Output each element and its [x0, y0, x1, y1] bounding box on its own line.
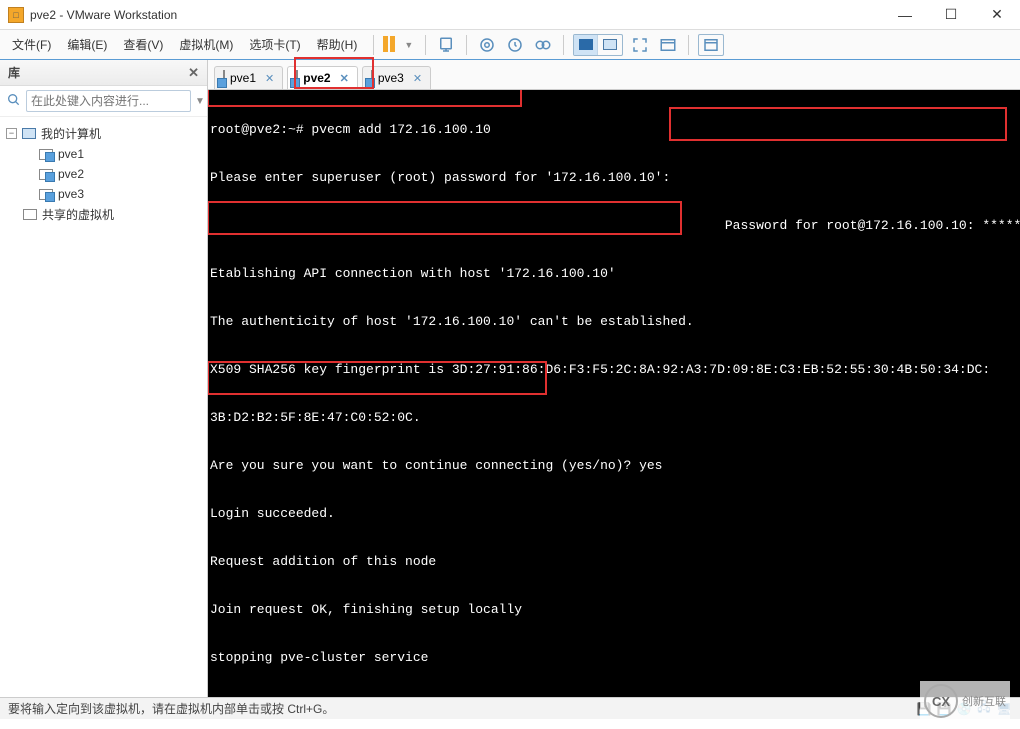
menu-view[interactable]: 查看(V) — [117, 32, 169, 57]
terminal-line: Password for root@172.16.100.10: ******* — [208, 218, 1020, 234]
tab-label: pve1 — [230, 71, 256, 85]
vm-icon — [296, 71, 298, 85]
tab-label: pve3 — [378, 71, 404, 85]
tab-pve1[interactable]: pve1 ✕ — [214, 66, 283, 89]
tab-close-icon[interactable]: ✕ — [413, 72, 422, 85]
revert-snapshot-icon[interactable] — [504, 34, 526, 56]
menubar: 文件(F) 编辑(E) 查看(V) 虚拟机(M) 选项卡(T) 帮助(H) ▼ — [0, 30, 1020, 60]
menu-help[interactable]: 帮助(H) — [311, 32, 364, 57]
vm-icon — [38, 186, 54, 202]
vm-icon — [38, 146, 54, 162]
watermark-text: 创新互联 — [962, 693, 1006, 709]
library-icon[interactable] — [698, 34, 724, 56]
tree-item-pve3[interactable]: pve3 — [4, 184, 203, 204]
terminal-line: Please enter superuser (root) password f… — [208, 170, 1020, 186]
computer-icon — [21, 126, 37, 142]
toolbar-separator — [466, 35, 467, 55]
search-input[interactable] — [26, 90, 191, 112]
annotation-box — [208, 90, 522, 107]
tab-pve3[interactable]: pve3 ✕ — [362, 66, 431, 89]
vm-icon — [371, 71, 373, 85]
menu-tabs[interactable]: 选项卡(T) — [243, 32, 306, 57]
tree-root-label: 我的计算机 — [41, 125, 101, 142]
tree-root-my-computer[interactable]: − 我的计算机 — [4, 123, 203, 144]
shared-icon — [22, 207, 38, 223]
menu-file[interactable]: 文件(F) — [6, 32, 57, 57]
terminal-line: Login succeeded. — [208, 506, 1020, 522]
terminal-line: Request addition of this node — [208, 554, 1020, 570]
close-button[interactable]: ✕ — [974, 0, 1020, 30]
tab-close-icon[interactable]: ✕ — [340, 72, 349, 85]
view-console-button[interactable] — [574, 35, 598, 55]
fullscreen-icon[interactable] — [629, 34, 651, 56]
tree-item-label: pve1 — [58, 147, 84, 161]
sidebar-header: 库 ✕ — [0, 60, 207, 86]
vm-icon — [223, 71, 225, 85]
terminal-line: Are you sure you want to continue connec… — [208, 458, 1020, 474]
toolbar-separator — [688, 35, 689, 55]
search-icon[interactable] — [6, 92, 22, 111]
main-area: 库 ✕ ▼ − 我的计算机 pve1 pve2 — [0, 60, 1020, 697]
terminal-line: stopping pve-cluster service — [208, 650, 1020, 666]
terminal-line: 3B:D2:B2:5F:8E:47:C0:52:0C. — [208, 410, 1020, 426]
tree-item-label: pve3 — [58, 187, 84, 201]
vm-icon — [38, 166, 54, 182]
manage-snapshots-icon[interactable] — [532, 34, 554, 56]
terminal-line: X509 SHA256 key fingerprint is 3D:27:91:… — [208, 362, 1020, 378]
sidebar-search-row: ▼ — [0, 86, 207, 117]
tab-pve2[interactable]: pve2 ✕ — [287, 66, 358, 89]
terminal-line: root@pve2:~# pvecm add 172.16.100.10 — [208, 122, 1020, 138]
toolbar-separator — [563, 35, 564, 55]
watermark: CX 创新互联 — [920, 681, 1010, 721]
minimize-button[interactable]: — — [882, 0, 928, 30]
tabs-row: pve1 ✕ pve2 ✕ pve3 ✕ — [208, 60, 1020, 90]
titlebar: □ pve2 - VMware Workstation — ☐ ✕ — [0, 0, 1020, 30]
send-ctrl-alt-del-icon[interactable] — [435, 34, 457, 56]
tree-item-label: pve2 — [58, 167, 84, 181]
sidebar-close-icon[interactable]: ✕ — [188, 65, 199, 81]
maximize-button[interactable]: ☐ — [928, 0, 974, 30]
view-mode-group — [573, 34, 623, 56]
sidebar: 库 ✕ ▼ − 我的计算机 pve1 pve2 — [0, 60, 208, 697]
content-area: pve1 ✕ pve2 ✕ pve3 ✕ root@pve2:~# pvecm … — [208, 60, 1020, 697]
view-thumbnail-button[interactable] — [598, 35, 622, 55]
menu-vm[interactable]: 虚拟机(M) — [173, 32, 239, 57]
unity-icon[interactable] — [657, 34, 679, 56]
menu-edit[interactable]: 编辑(E) — [61, 32, 113, 57]
collapse-icon[interactable]: − — [6, 128, 17, 139]
tree-shared-label: 共享的虚拟机 — [42, 206, 114, 223]
toolbar-separator — [425, 35, 426, 55]
tree-item-pve1[interactable]: pve1 — [4, 144, 203, 164]
tree-shared-vms[interactable]: 共享的虚拟机 — [4, 204, 203, 225]
snapshot-icon[interactable] — [476, 34, 498, 56]
tree-item-pve2[interactable]: pve2 — [4, 164, 203, 184]
tab-close-icon[interactable]: ✕ — [265, 72, 274, 85]
toolbar-separator — [373, 35, 374, 55]
status-text: 要将输入定向到该虚拟机，请在虚拟机内部单击或按 Ctrl+G。 — [8, 700, 334, 717]
library-tree: − 我的计算机 pve1 pve2 pve3 共享的虚拟机 — [0, 117, 207, 697]
terminal-line: The authenticity of host '172.16.100.10'… — [208, 314, 1020, 330]
search-dropdown-icon[interactable]: ▼ — [195, 96, 205, 107]
pause-button[interactable] — [382, 36, 400, 54]
tab-label: pve2 — [303, 71, 330, 85]
watermark-logo: CX — [924, 684, 958, 718]
power-dropdown-icon[interactable]: ▼ — [404, 40, 413, 50]
sidebar-title: 库 — [8, 64, 20, 81]
terminal-line: Join request OK, finishing setup locally — [208, 602, 1020, 618]
terminal[interactable]: root@pve2:~# pvecm add 172.16.100.10 Ple… — [208, 90, 1020, 697]
statusbar: 要将输入定向到该虚拟机，请在虚拟机内部单击或按 Ctrl+G。 💾 💾 💿 🖧 … — [0, 697, 1020, 719]
terminal-line: Etablishing API connection with host '17… — [208, 266, 1020, 282]
window-title: pve2 - VMware Workstation — [30, 8, 882, 22]
app-icon: □ — [8, 7, 24, 23]
